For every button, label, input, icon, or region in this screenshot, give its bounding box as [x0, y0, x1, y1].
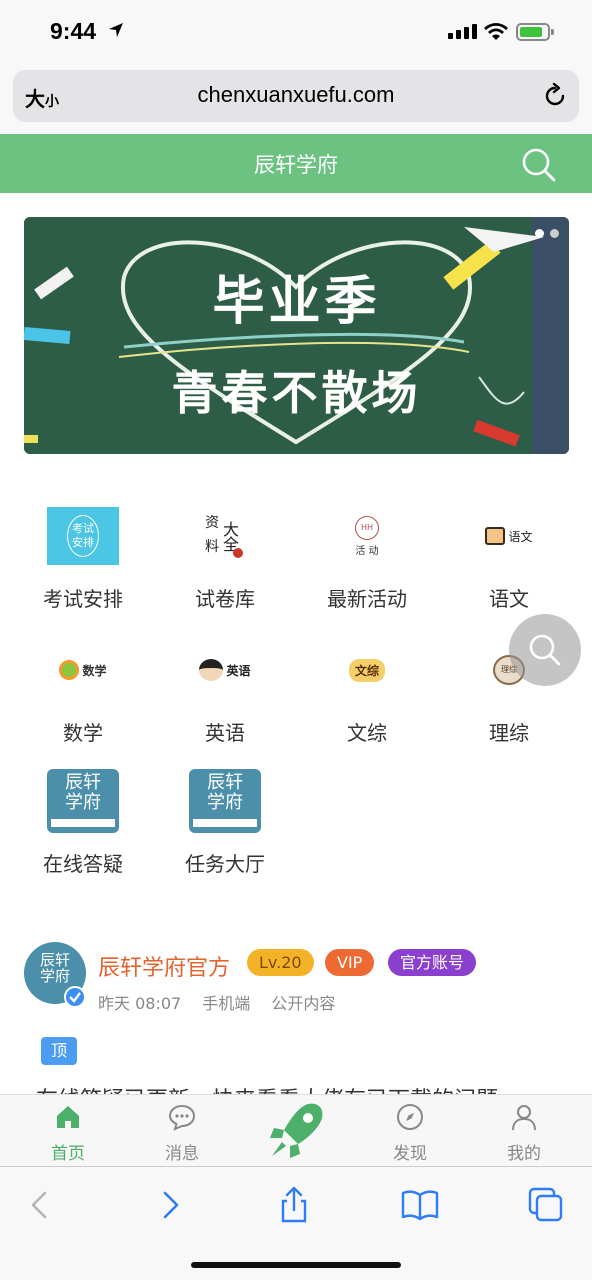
- menu-item-online-qa[interactable]: 辰轩 学府 在线答疑: [12, 769, 154, 877]
- url-text[interactable]: chenxuanxuefu.com: [13, 82, 579, 108]
- cellular-signal-icon: [448, 24, 477, 39]
- verified-icon: [64, 986, 86, 1008]
- tab-discover[interactable]: 发现: [360, 1095, 460, 1167]
- menu-label: 最新活动: [327, 587, 407, 611]
- battery-icon: [516, 23, 554, 41]
- menu-label: 理综: [489, 721, 529, 745]
- menu-item-english[interactable]: 英语 英语: [154, 641, 296, 746]
- back-icon[interactable]: [20, 1185, 60, 1225]
- menu-label: 数学: [63, 721, 103, 745]
- menu-item-math[interactable]: 数学 数学: [12, 641, 154, 746]
- level-badge: Lv.20: [247, 949, 314, 976]
- post-author[interactable]: 辰轩学府官方: [98, 950, 230, 982]
- chenxuan-logo-icon: 辰轩 学府: [189, 769, 261, 833]
- menu-item-exam-schedule[interactable]: 考试 安排 考试安排: [12, 507, 154, 612]
- menu-item-liberal-arts[interactable]: 文综 文综: [296, 641, 438, 746]
- tab-home[interactable]: 首页: [18, 1095, 118, 1167]
- location-arrow-icon: [109, 23, 123, 37]
- message-icon: [168, 1104, 196, 1131]
- home-icon: [57, 1106, 79, 1128]
- status-time: 9:44: [50, 18, 97, 44]
- bookmarks-icon[interactable]: [400, 1185, 440, 1225]
- banner-subheadline: 青春不散场: [171, 366, 422, 420]
- floating-search-button[interactable]: [509, 614, 581, 686]
- official-badge: 官方账号: [388, 949, 477, 976]
- pinned-tag: 顶: [41, 1037, 77, 1065]
- exam-schedule-icon: 考试 安排: [47, 507, 119, 565]
- page-title: 辰轩学府: [254, 153, 338, 177]
- english-icon: 英语: [189, 641, 261, 699]
- banner-headline: 毕业季: [212, 272, 381, 332]
- post-meta: 昨天 08:07 手机端 公开内容: [98, 990, 351, 1014]
- browser-address-area: 大小 chenxuanxuefu.com: [0, 64, 592, 134]
- menu-label: 在线答疑: [43, 852, 123, 876]
- vip-badge: VIP: [325, 949, 375, 976]
- search-icon[interactable]: [520, 146, 556, 182]
- status-bar: 9:44: [0, 0, 592, 64]
- carousel-dots[interactable]: [535, 229, 559, 238]
- menu-label: 考试安排: [43, 587, 123, 611]
- menu-label: 英语: [205, 721, 245, 745]
- address-bar[interactable]: 大小 chenxuanxuefu.com: [13, 70, 579, 122]
- menu-item-task-hall[interactable]: 辰轩 学府 任务大厅: [154, 769, 296, 877]
- menu-item-paper-library[interactable]: 资 大全 料 试卷库: [154, 507, 296, 612]
- chenxuan-logo-icon: 辰轩 学府: [47, 769, 119, 833]
- wifi-icon: [484, 23, 508, 40]
- tabs-icon[interactable]: [526, 1185, 566, 1225]
- home-indicator: [191, 1262, 401, 1268]
- forward-icon[interactable]: [150, 1185, 190, 1225]
- post-device: 手机端: [202, 994, 251, 1013]
- liberal-arts-icon: 文综: [331, 641, 403, 699]
- rocket-icon[interactable]: [264, 1098, 328, 1162]
- post-time: 昨天 08:07: [98, 994, 182, 1013]
- tab-messages[interactable]: 消息: [132, 1095, 232, 1167]
- paper-library-icon: 资 大全 料: [189, 507, 261, 565]
- tab-me[interactable]: 我的: [474, 1095, 574, 1167]
- menu-item-chinese[interactable]: 语文 语文: [438, 507, 580, 612]
- menu-label: 试卷库: [195, 587, 255, 611]
- app-header: 辰轩学府: [0, 134, 592, 193]
- math-icon: 数学: [47, 641, 119, 699]
- reload-icon[interactable]: [541, 82, 569, 110]
- post-visibility: 公开内容: [271, 994, 336, 1013]
- user-icon: [512, 1105, 536, 1131]
- promo-banner[interactable]: 毕业季 青春不散场: [24, 217, 569, 454]
- menu-label: 任务大厅: [185, 852, 265, 876]
- menu-label: 文综: [347, 721, 387, 745]
- events-icon: HH 活 动: [331, 507, 403, 565]
- chinese-book-icon: 语文: [473, 507, 545, 565]
- menu-label: 语文: [489, 587, 529, 611]
- menu-item-latest-events[interactable]: HH 活 动 最新活动: [296, 507, 438, 612]
- compass-icon: [397, 1104, 423, 1130]
- share-icon[interactable]: [274, 1185, 314, 1225]
- search-icon: [529, 634, 561, 666]
